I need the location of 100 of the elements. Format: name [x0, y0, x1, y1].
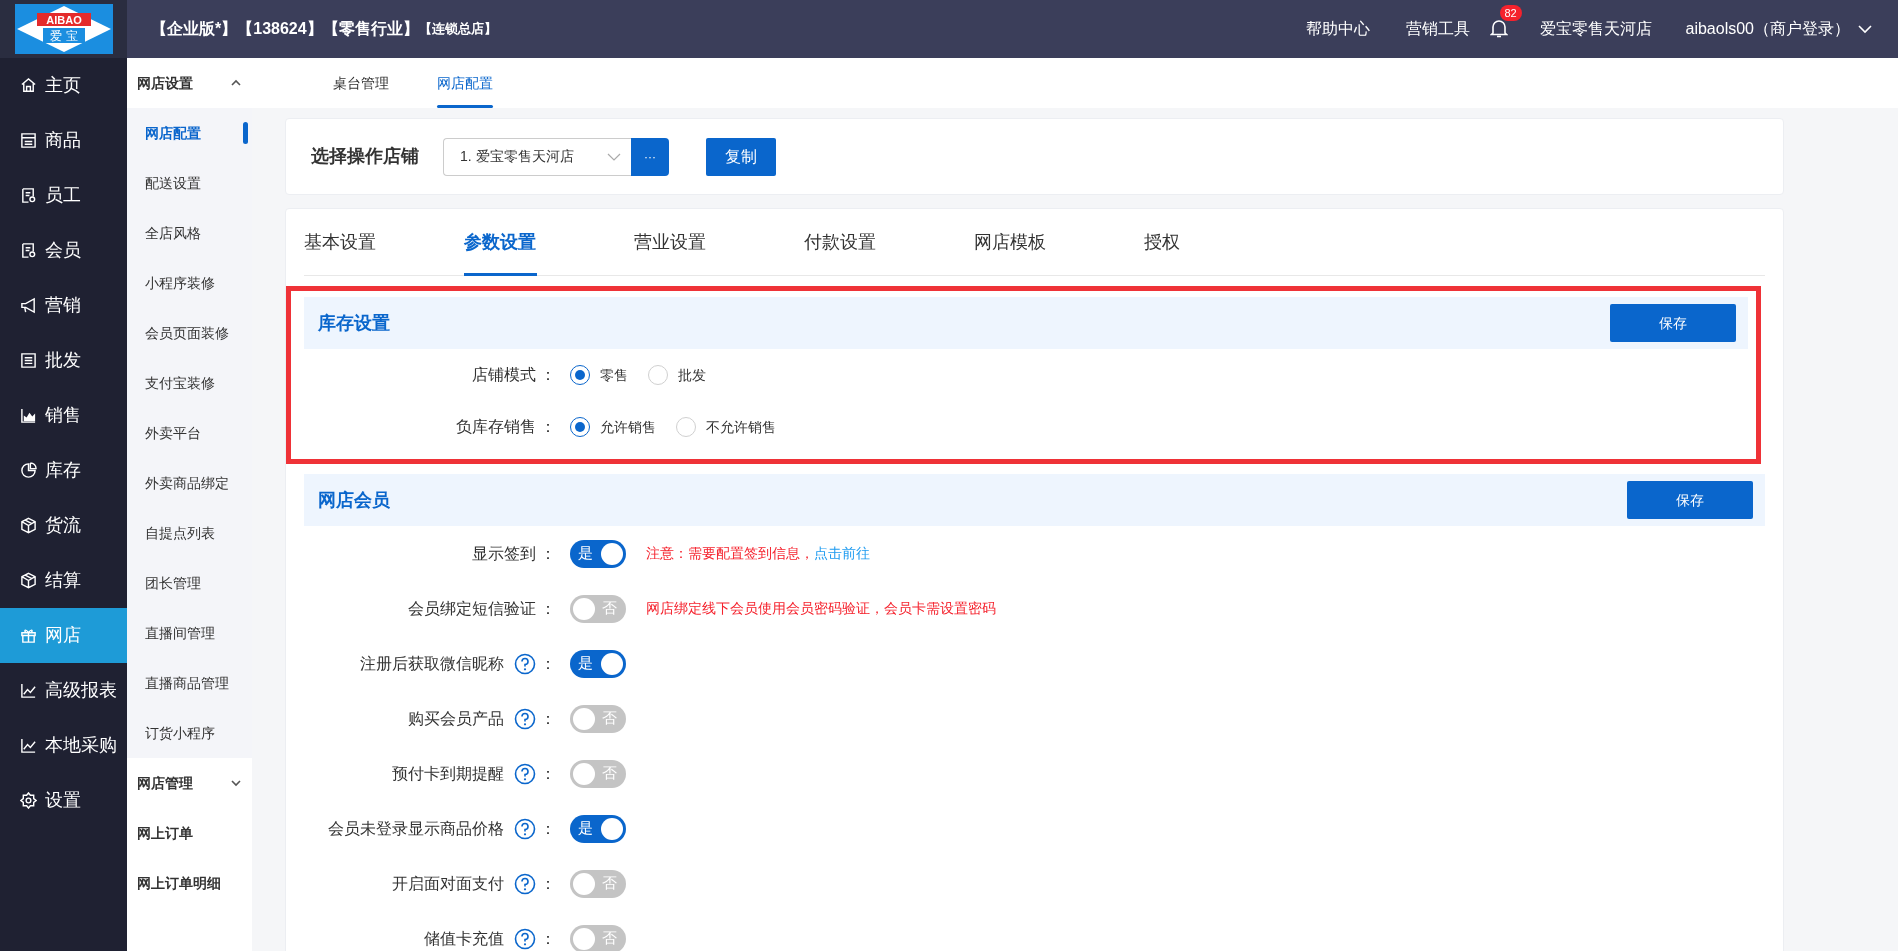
submenu-item[interactable]: 网店配置 [127, 108, 252, 158]
line-chart-icon [20, 737, 37, 754]
copy-button[interactable]: 复制 [706, 137, 776, 176]
list-icon [20, 352, 37, 369]
settings-tab[interactable]: 参数设置 [464, 209, 634, 275]
settings-icon [20, 792, 37, 809]
colon: ： [540, 928, 556, 949]
submenu-item[interactable]: 自提点列表 [127, 508, 252, 558]
header-link[interactable]: 营销工具 [1405, 17, 1470, 41]
section-title: 网店会员 [318, 488, 390, 512]
submenu-item[interactable]: 配送设置 [127, 158, 252, 208]
line-chart-icon [20, 682, 37, 699]
home-icon [20, 77, 37, 94]
store-name: 爱宝零售天河店 [1539, 19, 1652, 39]
nav-item[interactable]: 设置 [0, 773, 127, 828]
radio-option[interactable]: 批发 [648, 364, 706, 386]
header-link[interactable]: 帮助中心 [1305, 17, 1370, 41]
toggle-switch[interactable]: 是 [570, 649, 626, 678]
help-icon[interactable] [514, 927, 536, 950]
more-button[interactable]: ··· [631, 137, 669, 176]
settings-tab[interactable]: 营业设置 [634, 209, 804, 275]
field-label: 注册后获取微信昵称 [360, 653, 504, 674]
page-tab[interactable]: 网店配置 [413, 58, 517, 108]
submenu-item[interactable]: 会员页面装修 [127, 308, 252, 358]
colon: ： [540, 543, 556, 564]
field-label: 开启面对面支付 [392, 873, 504, 894]
title-text: 【零售行业】 [322, 19, 419, 39]
area-chart-icon [20, 407, 37, 424]
store-select[interactable]: 1. 爱宝零售天河店 [443, 137, 631, 176]
nav-item[interactable]: 商品 [0, 113, 127, 168]
save-button[interactable]: 保存 [1627, 481, 1753, 519]
submenu-item[interactable]: 团长管理 [127, 558, 252, 608]
help-icon[interactable] [514, 872, 536, 895]
title-text: 【连锁总店】 [418, 20, 497, 39]
colon: ： [540, 365, 556, 385]
nav-item[interactable]: 营销 [0, 278, 127, 333]
title-text: 【138624】 [237, 19, 323, 39]
user-menu[interactable]: aibaols00（商户登录） [1679, 16, 1878, 42]
submenu-item[interactable]: 订货小程序 [127, 708, 252, 758]
field-label: 购买会员产品 [408, 708, 504, 729]
toggle-switch[interactable]: 是 [570, 539, 626, 568]
active-indicator [243, 122, 248, 144]
colon: ： [540, 598, 556, 619]
colon: ： [540, 873, 556, 894]
help-icon[interactable] [514, 707, 536, 730]
help-icon[interactable] [514, 762, 536, 785]
submenu-item[interactable]: 外卖商品绑定 [127, 458, 252, 508]
option-label: 允许销售 [600, 417, 656, 437]
submenu-item[interactable]: 直播商品管理 [127, 658, 252, 708]
colon: ： [540, 417, 556, 437]
colon: ： [540, 653, 556, 674]
radio-option[interactable]: 允许销售 [570, 416, 656, 438]
page-tab[interactable]: 桌台管理 [309, 58, 413, 108]
nav-item[interactable]: 主页 [0, 58, 127, 113]
submenu-item[interactable]: 全店风格 [127, 208, 252, 258]
radio-button[interactable] [570, 417, 590, 437]
chevron-down-icon [1858, 24, 1872, 34]
document-icon [20, 187, 37, 204]
submenu-item[interactable]: 外卖平台 [127, 408, 252, 458]
field-label: 预付卡到期提醒 [392, 763, 504, 784]
submenu-item[interactable]: 直播间管理 [127, 608, 252, 658]
megaphone-icon [20, 297, 37, 314]
note-text: 注意：需要配置签到信息，点击前往 [646, 544, 870, 563]
submenu-item[interactable]: 支付宝装修 [127, 358, 252, 408]
nav-item[interactable]: 批发 [0, 333, 127, 388]
submenu-item[interactable]: 小程序装修 [127, 258, 252, 308]
colon: ： [540, 763, 556, 784]
nav-item[interactable]: 货流 [0, 498, 127, 553]
nav-item[interactable]: 库存 [0, 443, 127, 498]
nav-item[interactable]: 结算 [0, 553, 127, 608]
chevron-down-icon [230, 777, 242, 789]
chevron-down-icon [607, 151, 621, 162]
notification-badge: 82 [1499, 5, 1522, 21]
colon: ： [540, 708, 556, 729]
pie-chart-icon [20, 462, 37, 479]
help-icon[interactable] [514, 817, 536, 840]
help-icon[interactable] [514, 652, 536, 675]
settings-tab[interactable]: 授权 [1144, 209, 1314, 275]
field-label: 显示签到 [472, 543, 536, 564]
cube-icon [20, 572, 37, 589]
settings-tab[interactable]: 网店模板 [974, 209, 1144, 275]
save-button[interactable]: 保存 [1610, 304, 1736, 342]
radio-option[interactable]: 不允许销售 [676, 416, 776, 438]
settings-tab[interactable]: 付款设置 [804, 209, 974, 275]
gift-icon [20, 627, 37, 644]
radio-option[interactable]: 零售 [570, 364, 628, 386]
field-label: 选择操作店铺 [311, 145, 419, 168]
section-title: 库存设置 [318, 311, 390, 335]
settings-tab[interactable]: 基本设置 [304, 209, 464, 275]
nav-item[interactable]: 销售 [0, 388, 127, 443]
toggle-switch[interactable]: 是 [570, 814, 626, 843]
bell-icon[interactable] [1489, 19, 1508, 40]
nav-item[interactable]: 高级报表 [0, 663, 127, 718]
title-text: 【企业版*】 [151, 19, 238, 39]
nav-item[interactable]: 员工 [0, 168, 127, 223]
radio-button[interactable] [570, 365, 590, 385]
nav-item[interactable]: 会员 [0, 223, 127, 278]
option-label: 批发 [678, 365, 706, 385]
field-label: 负库存销售 [456, 417, 536, 437]
nav-item[interactable]: 本地采购 [0, 718, 127, 773]
